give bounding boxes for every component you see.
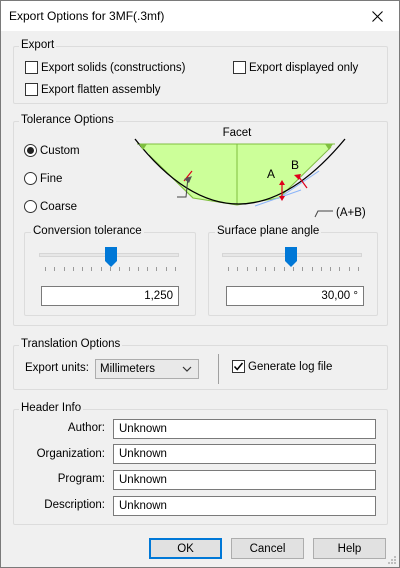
radio-fine-circle[interactable]: [24, 172, 37, 185]
conversion-tolerance-label: Conversion tolerance: [31, 225, 144, 237]
slider-tick: [330, 267, 332, 271]
slider-tick: [228, 267, 229, 271]
slider-tick: [237, 267, 239, 271]
facet-diagram: Facet A B (A+B): [134, 127, 366, 219]
slider-tick: [358, 267, 359, 271]
export-solids-box[interactable]: [25, 61, 38, 74]
slider-tick: [63, 267, 65, 271]
program-input[interactable]: Unknown: [113, 470, 376, 490]
slider-tick: [82, 267, 84, 271]
checkmark-icon: [233, 362, 244, 371]
export-group-label: Export: [19, 39, 57, 51]
export-flatten-label: Export flatten assembly: [41, 83, 161, 96]
slider-tick: [45, 267, 46, 271]
slider-tick: [137, 267, 139, 271]
slider-tick: [339, 267, 341, 271]
radio-custom[interactable]: Custom: [24, 144, 80, 157]
radio-fine[interactable]: Fine: [24, 172, 62, 185]
export-solids-label: Export solids (constructions): [41, 61, 186, 74]
slider-tick: [156, 267, 158, 271]
radio-coarse-circle[interactable]: [24, 200, 37, 213]
slider-tick: [175, 267, 176, 271]
organization-input[interactable]: Unknown: [113, 444, 376, 464]
surface-angle-label: Surface plane angle: [215, 225, 322, 237]
export-units-value: Millimeters: [100, 363, 155, 375]
title-bar: Export Options for 3MF(.3mf): [1, 1, 399, 31]
slider-tick: [110, 267, 111, 271]
slider-tick: [246, 267, 248, 271]
surface-angle-input[interactable]: 30,00 °: [226, 286, 364, 306]
header-info-group-label: Header Info: [19, 402, 84, 414]
conversion-slider-thumb[interactable]: [105, 247, 117, 267]
surface-slider-ticks: [228, 267, 359, 271]
slider-tick: [293, 267, 294, 271]
slider-tick: [165, 267, 167, 271]
label-a: A: [267, 167, 275, 181]
author-label: Author:: [67, 422, 105, 434]
resize-grip-icon[interactable]: [387, 555, 397, 565]
radio-custom-label: Custom: [40, 144, 80, 157]
slider-tick: [147, 267, 149, 271]
slider-tick: [265, 267, 267, 271]
radio-custom-circle[interactable]: [24, 144, 37, 157]
conversion-slider-ticks: [45, 267, 176, 271]
generate-log-box[interactable]: [232, 360, 245, 373]
facet-title: Facet: [223, 127, 253, 139]
slider-tick: [91, 267, 93, 271]
conversion-tolerance-input[interactable]: 1,250: [41, 286, 179, 306]
organization-label: Organization:: [36, 448, 105, 460]
radio-coarse[interactable]: Coarse: [24, 200, 77, 213]
export-displayed-checkbox[interactable]: Export displayed only: [233, 61, 358, 74]
export-units-label: Export units:: [25, 362, 89, 374]
label-ab: (A+B): [336, 207, 366, 219]
slider-tick: [348, 267, 350, 271]
dialog-title: Export Options for 3MF(.3mf): [9, 9, 165, 23]
label-b: B: [291, 158, 299, 172]
cancel-button[interactable]: Cancel: [231, 538, 304, 559]
export-solids-checkbox[interactable]: Export solids (constructions): [25, 61, 185, 74]
export-flatten-checkbox[interactable]: Export flatten assembly: [25, 83, 161, 96]
ok-button[interactable]: OK: [149, 538, 222, 559]
description-label: Description:: [44, 499, 105, 511]
slider-tick: [119, 267, 121, 271]
tolerance-group-label: Tolerance Options: [19, 114, 116, 126]
help-button[interactable]: Help: [313, 538, 386, 559]
slider-tick: [274, 267, 276, 271]
description-input[interactable]: Unknown: [113, 496, 376, 516]
radio-selected-dot: [27, 147, 34, 154]
translation-group-label: Translation Options: [19, 338, 123, 350]
slider-tick: [320, 267, 322, 271]
slider-tick: [311, 267, 313, 271]
export-flatten-box[interactable]: [25, 83, 38, 96]
slider-tick: [128, 267, 130, 271]
program-label: Program:: [57, 473, 105, 485]
translation-separator: [218, 354, 219, 384]
export-options-dialog: Export Options for 3MF(.3mf) Export Expo…: [0, 0, 400, 568]
close-button[interactable]: [355, 1, 399, 31]
chevron-down-icon: [182, 366, 192, 372]
close-icon: [371, 10, 383, 22]
export-displayed-box[interactable]: [233, 61, 246, 74]
slider-tick: [100, 267, 102, 271]
slider-tick: [302, 267, 304, 271]
radio-coarse-label: Coarse: [40, 200, 78, 213]
slider-tick: [283, 267, 285, 271]
export-displayed-label: Export displayed only: [249, 61, 359, 74]
slider-tick: [72, 267, 74, 271]
author-input[interactable]: Unknown: [113, 419, 376, 439]
slider-tick: [255, 267, 257, 271]
generate-log-checkbox[interactable]: Generate log file: [232, 360, 332, 373]
marker-a-head-bottom: [279, 196, 285, 201]
generate-log-label: Generate log file: [248, 360, 333, 373]
surface-leader: [314, 210, 333, 218]
export-units-select[interactable]: Millimeters: [95, 359, 199, 379]
radio-fine-label: Fine: [40, 172, 63, 185]
surface-slider-thumb[interactable]: [285, 247, 297, 267]
slider-tick: [54, 267, 56, 271]
